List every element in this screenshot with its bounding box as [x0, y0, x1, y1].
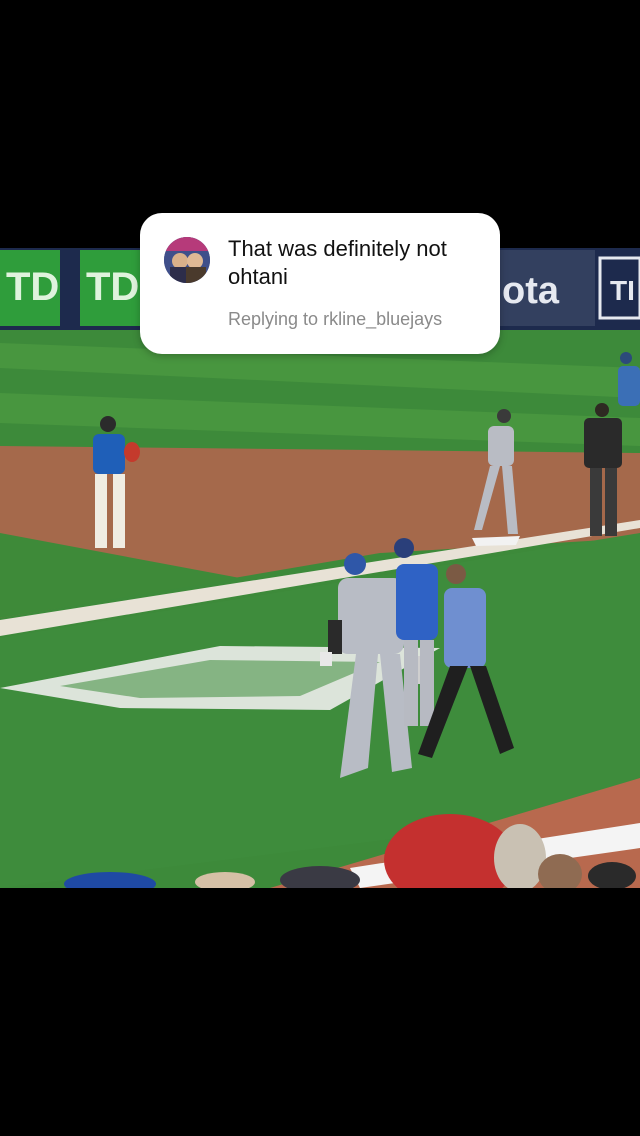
replying-prefix: Replying to [228, 309, 319, 329]
comment-text: That was definitely not ohtani [228, 236, 447, 289]
replying-to-line: Replying to rkline_bluejays [228, 308, 488, 330]
screen: TD TD ota TI That was definitely not oht… [0, 0, 640, 1136]
ad-text-ota: ota [502, 270, 560, 312]
avatar-icon [164, 237, 210, 283]
td-logo-text: TD [6, 265, 59, 309]
ad-text-ti: TI [610, 275, 635, 306]
td-logo-text-2: TD [86, 265, 139, 309]
replying-handle[interactable]: rkline_bluejays [323, 309, 442, 329]
reply-comment-card[interactable]: That was definitely not ohtani Replying … [140, 213, 500, 354]
